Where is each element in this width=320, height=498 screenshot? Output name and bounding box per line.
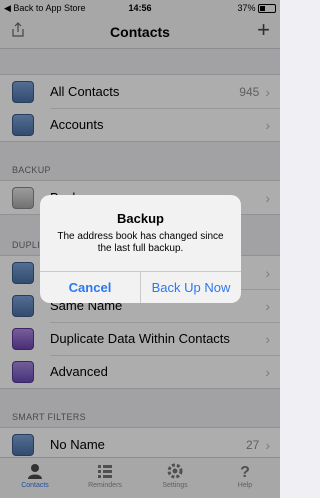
cancel-button[interactable]: Cancel [40, 272, 141, 303]
alert-buttons: Cancel Back Up Now [40, 271, 241, 303]
alert-message: The address book has changed since the l… [57, 231, 224, 254]
alert-title: Backup [117, 211, 164, 226]
backup-alert: Backup The address book has changed sinc… [40, 195, 241, 303]
back-up-now-button[interactable]: Back Up Now [141, 272, 241, 303]
